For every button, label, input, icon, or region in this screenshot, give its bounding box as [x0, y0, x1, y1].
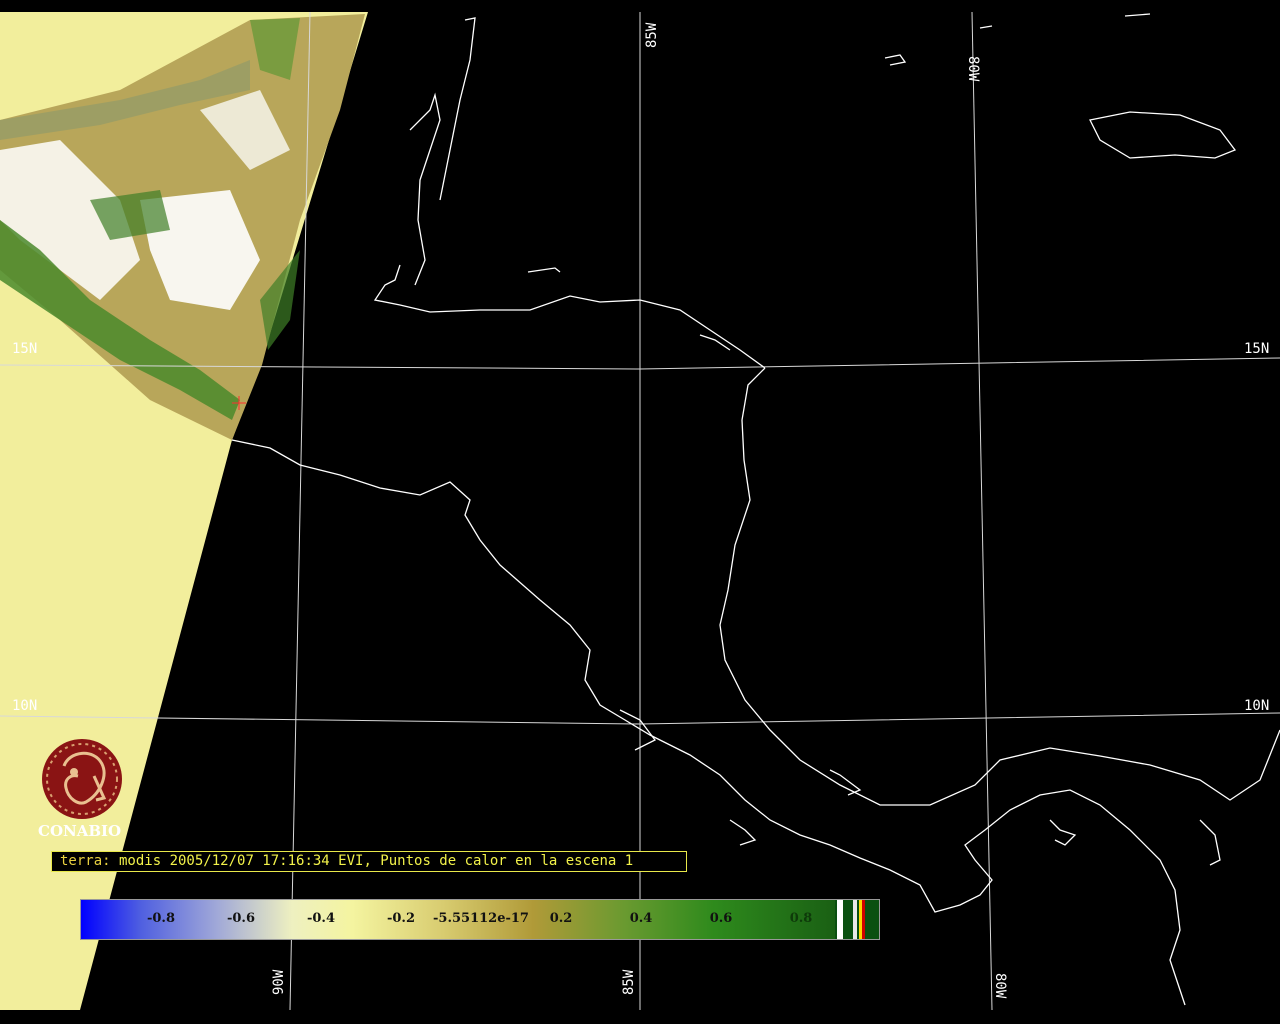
- colorbar-tick: -0.2: [386, 911, 416, 926]
- colorbar-tick: 0.2: [549, 911, 573, 926]
- lat-label-15n-left: 15N: [12, 341, 37, 357]
- lon-label-85w-bottom: 85W: [621, 969, 637, 995]
- evi-colorbar: -0.8 -0.6 -0.4 -0.2 -5.55112e-17 0.2 0.4…: [80, 899, 880, 940]
- colorbar-special-classes: [835, 900, 879, 939]
- lat-label-15n-right: 15N: [1244, 341, 1269, 357]
- caption-text: modis 2005/12/07 17:16:34 EVI, Puntos de…: [110, 853, 634, 869]
- lon-label-90w-bottom: 90W: [271, 969, 287, 995]
- colorbar-tick: -0.8: [146, 911, 176, 926]
- lon-label-80w-bottom: 80W: [992, 973, 1008, 999]
- colorbar-tick: 0.6: [709, 911, 733, 926]
- colorbar-tick: 0.8: [789, 911, 813, 926]
- colorbar-tick: -0.6: [226, 911, 256, 926]
- satellite-name: terra:: [60, 853, 111, 869]
- lon-label-85w-top: 85W: [644, 22, 660, 48]
- logo-wordmark: CONABIO: [38, 822, 122, 840]
- scene-caption: terra: modis 2005/12/07 17:16:34 EVI, Pu…: [51, 851, 687, 872]
- lat-label-10n-left: 10N: [12, 698, 37, 714]
- colorbar-tick: -5.55112e-17: [433, 911, 529, 926]
- lon-label-80w-top: 80W: [965, 56, 981, 82]
- colorbar-tick: -0.4: [306, 911, 336, 926]
- colorbar-tick: 0.4: [629, 911, 653, 926]
- lat-label-10n-right: 10N: [1244, 698, 1269, 714]
